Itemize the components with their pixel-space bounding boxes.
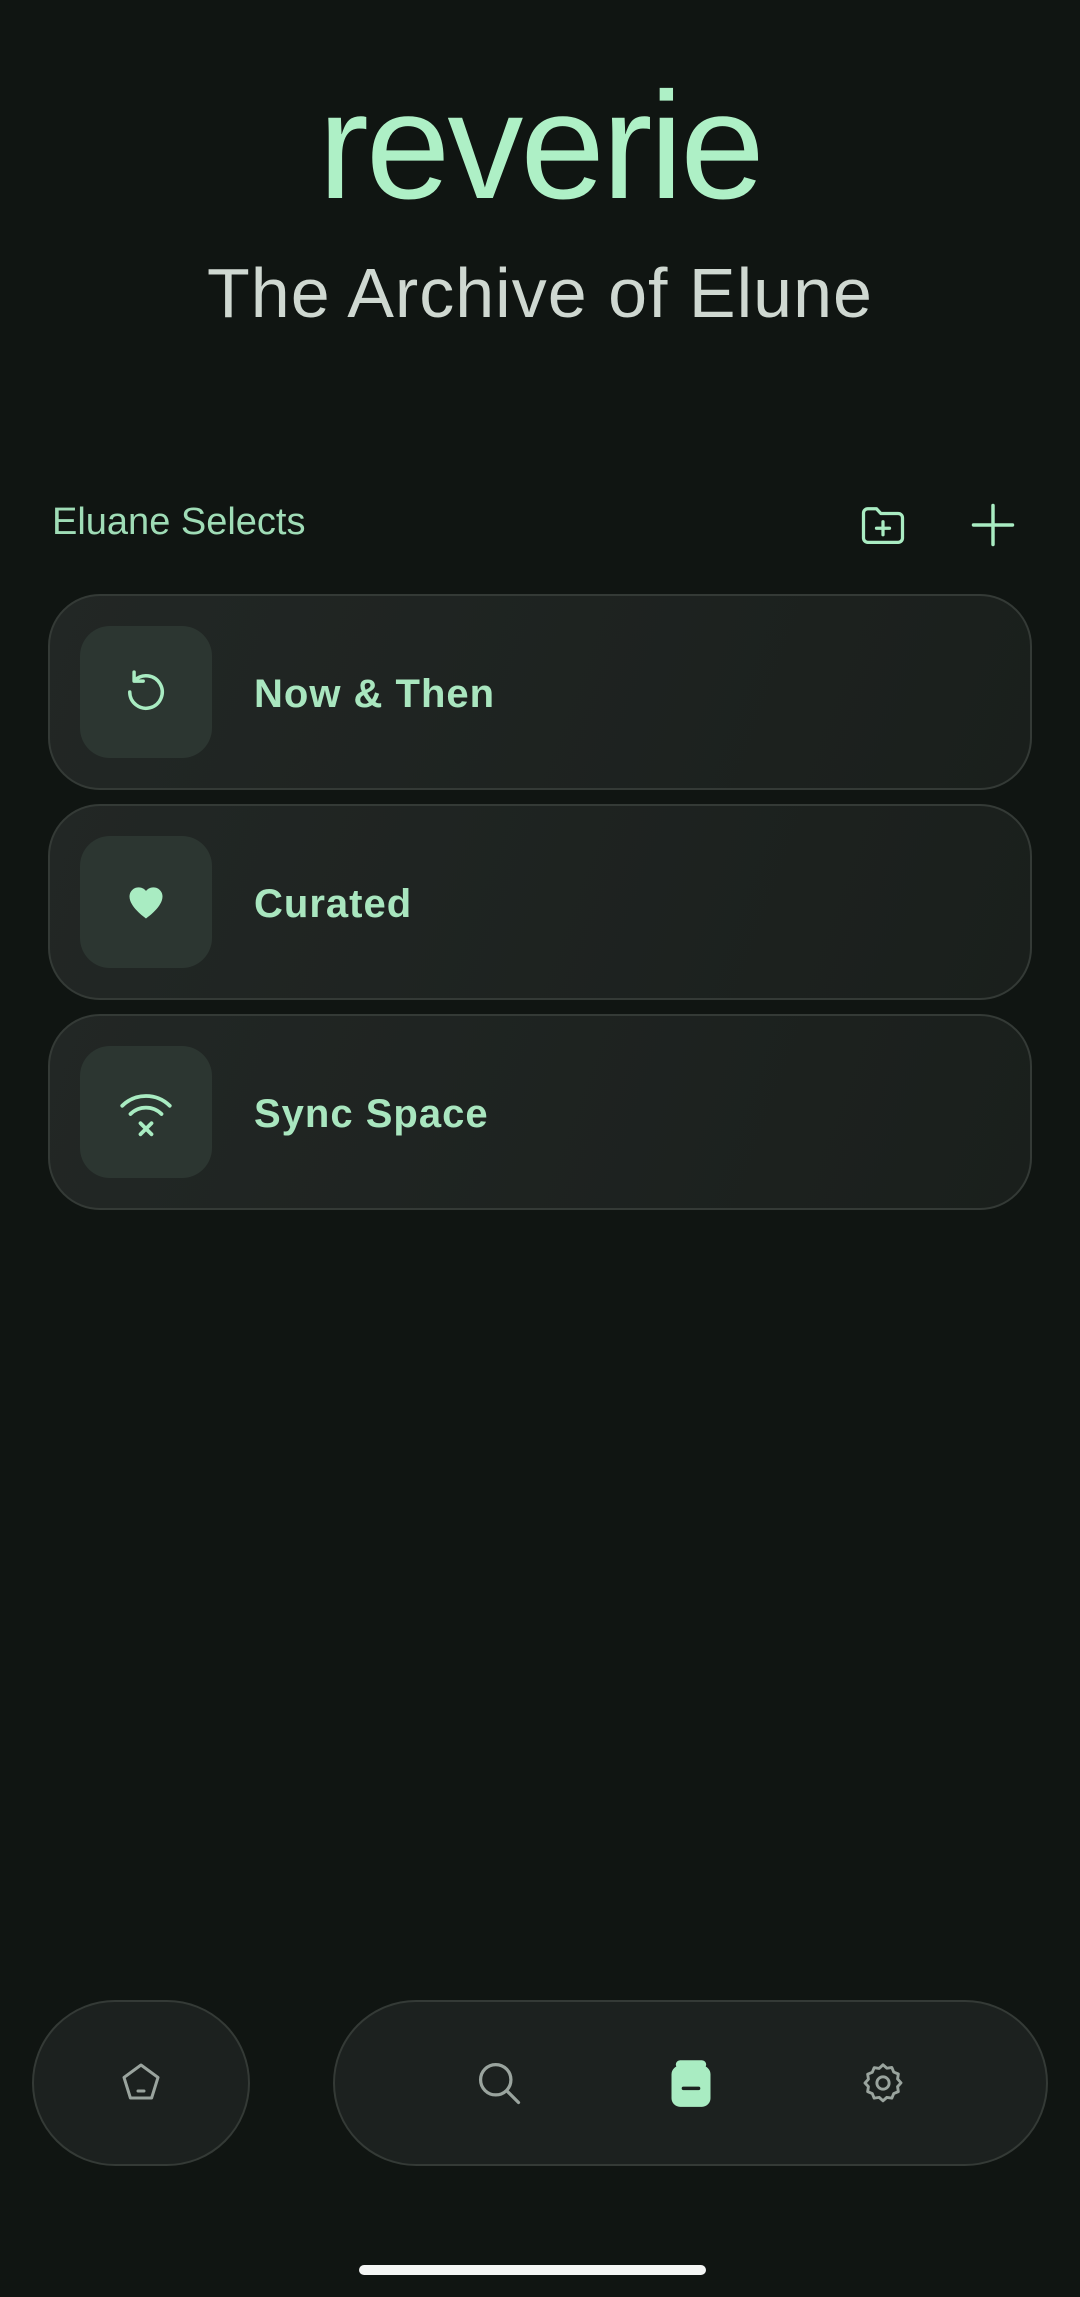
section-title: Eluane Selects [52, 501, 306, 543]
home-nav-button[interactable] [32, 2000, 250, 2166]
nav-settings-button[interactable] [823, 2002, 943, 2164]
card-icon-box [80, 626, 212, 758]
collection-card-now-and-then[interactable]: Now & Then [48, 594, 1032, 790]
card-icon-box [80, 1046, 212, 1178]
section-header: Eluane Selects [52, 490, 1028, 560]
nav-search-button[interactable] [439, 2002, 559, 2164]
home-indicator[interactable] [359, 2265, 706, 2275]
history-icon [128, 670, 164, 710]
app-title: reverie [318, 61, 765, 231]
settings-gear-icon [863, 2063, 903, 2103]
card-icon-box [80, 836, 212, 968]
card-label: Curated [254, 881, 413, 926]
collection-card-curated[interactable]: Curated [48, 804, 1032, 1000]
app-subtitle: The Archive of Elune [207, 254, 873, 332]
library-icon [671, 2060, 711, 2107]
collection-card-sync-space[interactable]: Sync Space [48, 1014, 1032, 1210]
plus-icon [971, 503, 1015, 547]
card-label: Sync Space [254, 1091, 489, 1136]
wifi-off-icon [120, 1094, 172, 1137]
card-label: Now & Then [254, 671, 496, 716]
add-button[interactable] [958, 490, 1028, 560]
heart-icon [129, 887, 163, 919]
bottom-nav-bar [333, 2000, 1048, 2166]
search-icon [478, 2062, 521, 2105]
nav-library-button[interactable] [631, 2002, 751, 2164]
folder-plus-icon [861, 507, 905, 544]
new-folder-button[interactable] [848, 490, 918, 560]
pentagon-home-icon [122, 2063, 160, 2100]
